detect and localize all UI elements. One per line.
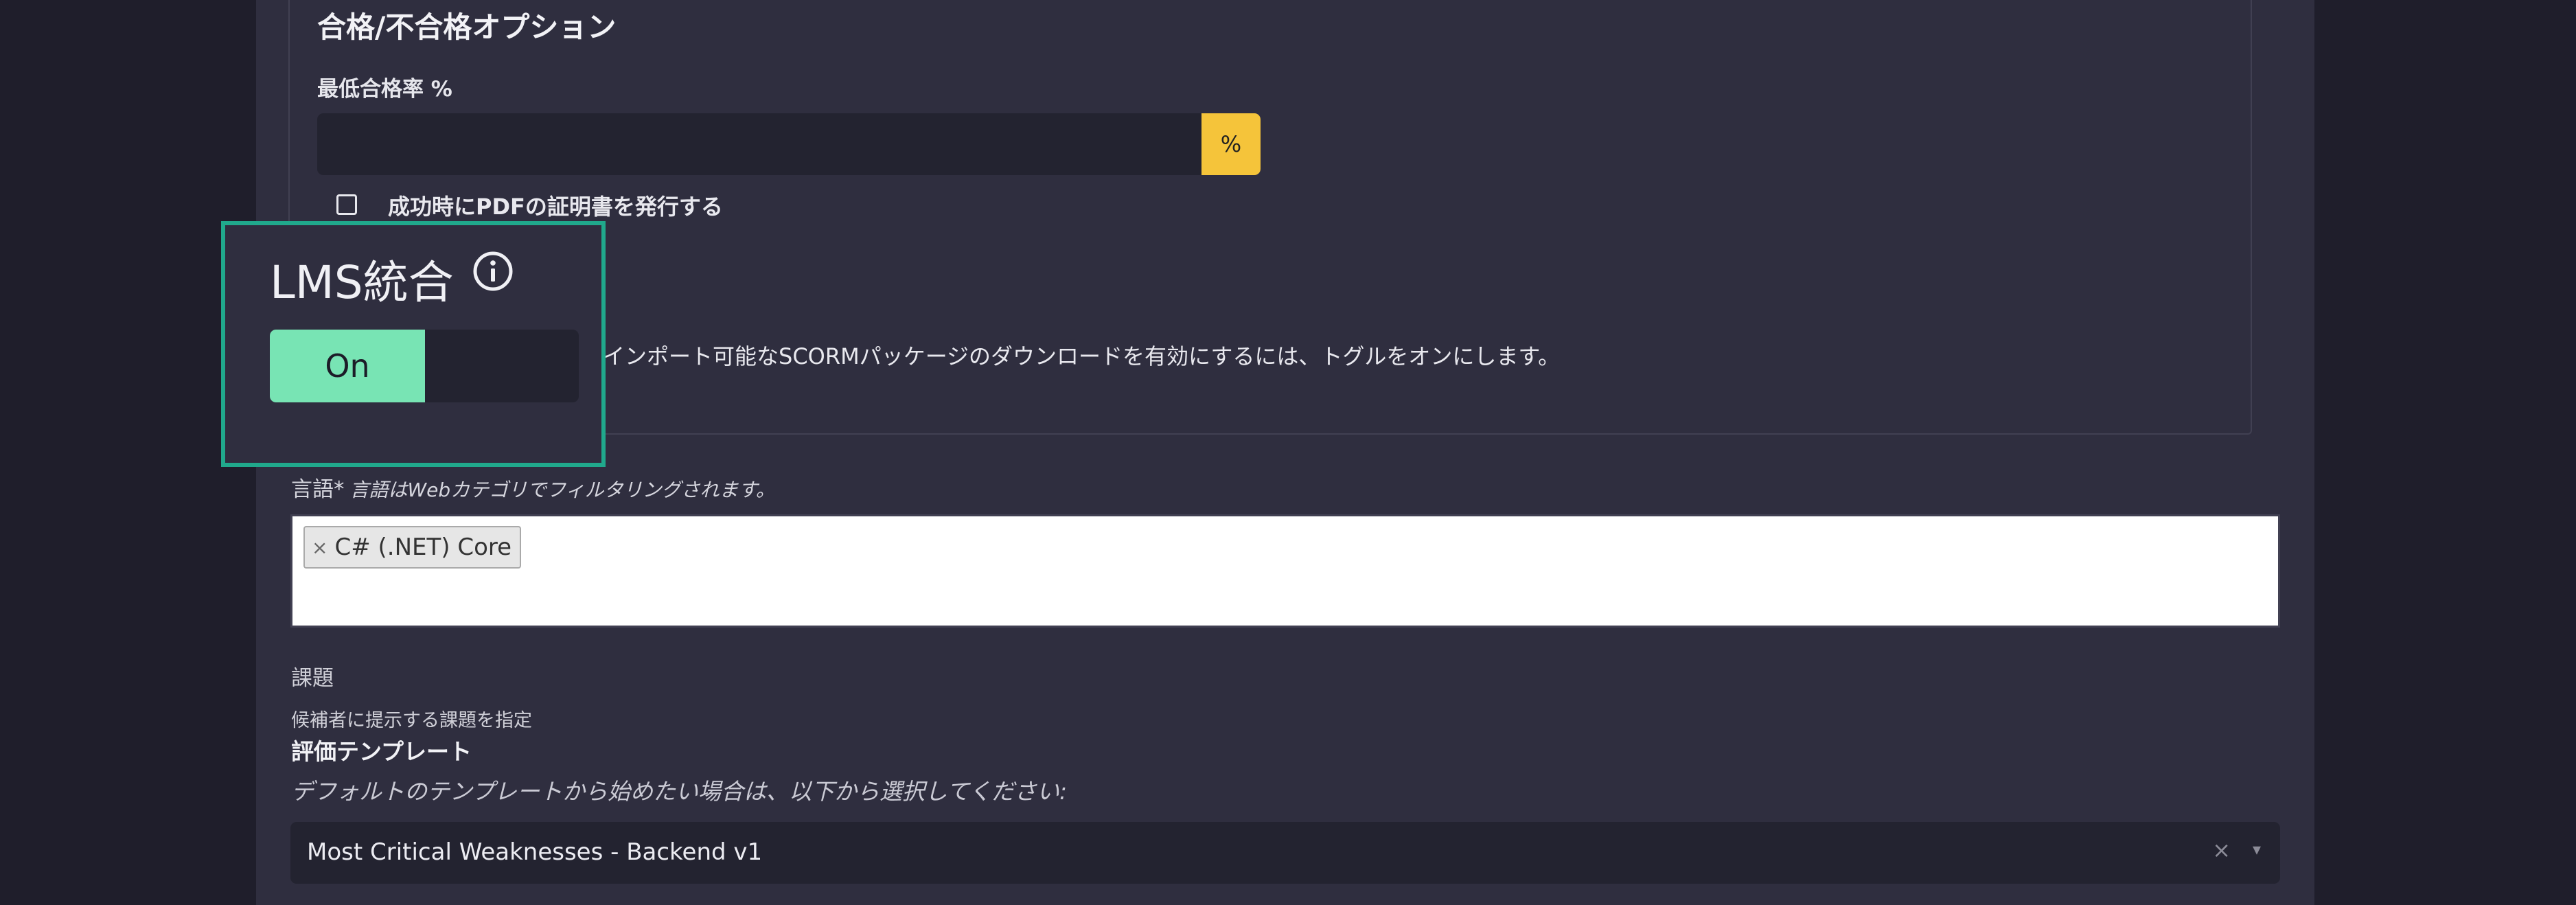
lms-toggle-on[interactable]: On bbox=[270, 330, 425, 402]
lms-integration-highlight: LMS統合 On bbox=[221, 221, 606, 467]
language-label-text: 言語* bbox=[291, 477, 345, 502]
language-multiselect[interactable]: × C# (.NET) Core bbox=[290, 514, 2280, 628]
tasks-help: 候補者に提示する課題を指定 bbox=[291, 710, 532, 731]
language-tag: × C# (.NET) Core bbox=[303, 526, 522, 569]
language-hint: 言語はWebカテゴリでフィルタリングされます。 bbox=[349, 479, 775, 501]
language-label: 言語* 言語はWebカテゴリでフィルタリングされます。 bbox=[291, 472, 775, 503]
info-circle-icon[interactable] bbox=[472, 250, 514, 293]
min-pass-rate-input[interactable] bbox=[317, 113, 1201, 175]
certificate-checkbox-label[interactable]: 成功時にPDFの証明書を発行する bbox=[388, 190, 723, 221]
min-pass-rate-label: 最低合格率 % bbox=[317, 77, 452, 102]
template-select-value: Most Critical Weaknesses - Backend v1 bbox=[307, 838, 763, 866]
pass-fail-title: 合格/不合格オプション bbox=[317, 10, 617, 44]
template-label: 評価テンプレート bbox=[291, 738, 472, 765]
lms-toggle[interactable]: On bbox=[270, 330, 579, 402]
clear-icon[interactable]: × bbox=[2212, 837, 2231, 863]
chevron-down-icon[interactable]: ▾ bbox=[2253, 840, 2261, 859]
tasks-label: 課題 bbox=[291, 666, 334, 691]
language-tag-label: C# (.NET) Core bbox=[334, 534, 512, 561]
certificate-checkbox[interactable] bbox=[336, 194, 357, 215]
lms-description: インポート可能なSCORMパッケージのダウンロードを有効にするには、トグルをオン… bbox=[603, 343, 1561, 369]
template-help: デフォルトのテンプレートから始めたい場合は、以下から選択してください: bbox=[291, 778, 1068, 805]
remove-tag-icon[interactable]: × bbox=[312, 536, 327, 559]
percent-addon: % bbox=[1201, 113, 1261, 175]
lms-title: LMS統合 bbox=[270, 256, 454, 309]
template-select[interactable]: Most Critical Weaknesses - Backend v1 × … bbox=[290, 822, 2280, 884]
